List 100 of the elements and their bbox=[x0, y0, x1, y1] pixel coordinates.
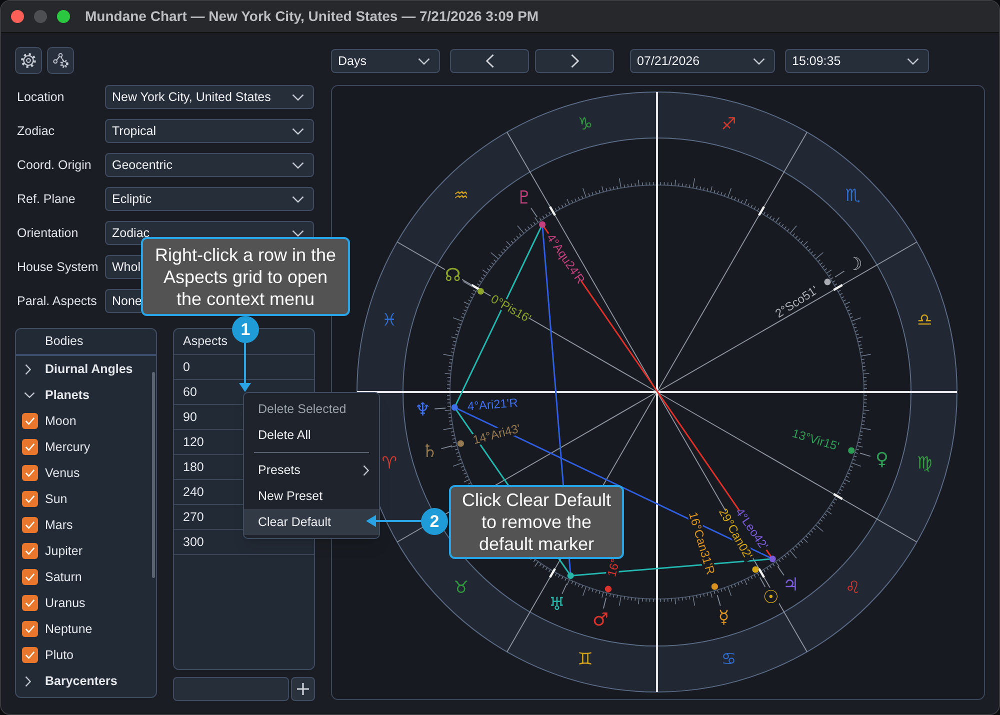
instruction-callout: Click Clear Default to remove the default marker bbox=[449, 485, 624, 559]
field-label: Coord. Origin bbox=[16, 156, 92, 174]
position-label: 16° bbox=[604, 557, 623, 578]
checkbox[interactable] bbox=[22, 543, 38, 559]
zodiac-sign-symbol: ♍ bbox=[916, 454, 932, 474]
menu-item[interactable]: New Preset bbox=[244, 483, 379, 509]
tree-item[interactable]: Mercury bbox=[16, 434, 150, 460]
zoom-button[interactable] bbox=[57, 10, 70, 23]
checkmark-icon bbox=[25, 625, 35, 633]
aspect-row[interactable]: 300 bbox=[174, 530, 237, 554]
chevron-down-icon bbox=[753, 58, 765, 64]
aspect-input-field[interactable] bbox=[173, 677, 289, 701]
field-label: Zodiac bbox=[16, 122, 56, 140]
tree-item[interactable]: Mars bbox=[16, 512, 150, 538]
dropdown[interactable]: New York City, United States bbox=[105, 85, 314, 109]
position-label: 14°Ari43' bbox=[471, 421, 522, 448]
chevron-down-icon bbox=[907, 58, 919, 64]
tree-item[interactable]: Saturn bbox=[16, 564, 150, 590]
chart-settings-button[interactable] bbox=[47, 47, 74, 74]
checkbox[interactable] bbox=[22, 413, 38, 429]
chevron-down-icon bbox=[292, 196, 304, 202]
aspect-row[interactable]: 120 bbox=[174, 430, 237, 454]
dropdown[interactable]: Tropical bbox=[105, 119, 314, 143]
checkmark-icon bbox=[25, 573, 35, 581]
aspect-row[interactable]: 270 bbox=[174, 505, 237, 529]
pointer-arrow bbox=[366, 514, 422, 528]
planet-symbol: ♅ bbox=[548, 594, 565, 616]
tree-item[interactable]: Neptune bbox=[16, 616, 150, 642]
checkmark-icon bbox=[25, 651, 35, 659]
chevron-down-icon bbox=[292, 230, 304, 236]
checkbox[interactable] bbox=[22, 621, 38, 637]
tree-item[interactable]: Venus bbox=[16, 460, 150, 486]
checkbox[interactable] bbox=[22, 595, 38, 611]
checkbox[interactable] bbox=[22, 465, 38, 481]
scrollbar-thumb[interactable] bbox=[152, 372, 155, 578]
planet-symbol: ♄ bbox=[422, 441, 438, 462]
add-button[interactable] bbox=[291, 677, 315, 701]
zodiac-sign-symbol: ♒ bbox=[453, 186, 469, 206]
step-number: 1 bbox=[232, 316, 259, 343]
settings-button[interactable] bbox=[15, 47, 42, 74]
aspect-row[interactable]: 90 bbox=[174, 405, 237, 429]
chevron-left-icon bbox=[486, 54, 494, 68]
zodiac-sign-symbol: ♑ bbox=[578, 114, 593, 134]
instruction-callout: Right-click a row in the Aspects grid to open the context menu bbox=[141, 237, 350, 316]
aspect-row[interactable]: 180 bbox=[174, 455, 237, 479]
zodiac-sign-symbol: ♎ bbox=[916, 310, 932, 330]
planet-symbol: ☉ bbox=[762, 587, 780, 608]
tree-item[interactable]: Sun bbox=[16, 486, 150, 512]
chevron-down-icon bbox=[418, 58, 430, 64]
tree-group-item[interactable]: Diurnal Angles bbox=[16, 356, 150, 382]
column-header: Bodies bbox=[16, 329, 156, 356]
field-label: House System bbox=[16, 258, 100, 276]
checkmark-icon bbox=[25, 521, 35, 529]
menu-item[interactable]: Clear Default bbox=[244, 509, 379, 535]
planet-symbol: ☿ bbox=[718, 606, 730, 628]
menu-item[interactable]: Presets bbox=[244, 457, 379, 483]
window-title: Mundane Chart — New York City, United States — 7/21/2026 3:09 PM bbox=[85, 7, 539, 26]
checkbox[interactable] bbox=[22, 569, 38, 585]
close-button[interactable] bbox=[11, 10, 24, 23]
tree-group-item[interactable]: Planets bbox=[16, 382, 150, 408]
dropdown[interactable]: None bbox=[105, 289, 141, 313]
chevron-down-icon bbox=[292, 94, 304, 100]
tree-group-item[interactable]: Barycenters bbox=[16, 668, 150, 694]
zodiac-sign-symbol: ♓ bbox=[382, 310, 398, 330]
checkmark-icon bbox=[25, 495, 35, 503]
checkmark-icon bbox=[25, 417, 35, 425]
dropdown[interactable]: Whol bbox=[105, 255, 141, 279]
dropdown[interactable]: 15:09:35 bbox=[785, 49, 929, 73]
aspect-row[interactable]: 0 bbox=[174, 355, 314, 379]
checkmark-icon bbox=[25, 599, 35, 607]
checkbox[interactable] bbox=[22, 517, 38, 533]
tree-item[interactable]: Uranus bbox=[16, 590, 150, 616]
tree-item[interactable]: Jupiter bbox=[16, 538, 150, 564]
checkmark-icon bbox=[25, 547, 35, 555]
aspect-row[interactable]: 240 bbox=[174, 480, 237, 504]
checkmark-icon bbox=[25, 469, 35, 477]
tree-item[interactable]: Pluto bbox=[16, 642, 150, 668]
aspect-row[interactable]: 60 bbox=[174, 380, 237, 404]
chevron-down-icon bbox=[292, 162, 304, 168]
dropdown[interactable]: Days bbox=[331, 49, 440, 73]
chevron-right-icon bbox=[570, 54, 578, 68]
checkmark-icon bbox=[25, 443, 35, 451]
menu-item[interactable]: Delete All bbox=[244, 422, 379, 448]
tree-item[interactable]: Moon bbox=[16, 408, 150, 434]
checkbox[interactable] bbox=[22, 439, 38, 455]
dropdown[interactable]: 07/21/2026 bbox=[630, 49, 775, 73]
planet-symbol: ♇ bbox=[516, 188, 532, 209]
nodes-gear-icon bbox=[52, 53, 68, 68]
checkbox[interactable] bbox=[22, 647, 38, 663]
position-label: 4°Ari21'R bbox=[466, 396, 518, 414]
planet-symbol: ☊ bbox=[444, 265, 461, 286]
settings-icon bbox=[21, 53, 36, 68]
plus-icon bbox=[297, 683, 309, 695]
dropdown[interactable]: Ecliptic bbox=[105, 187, 314, 211]
pointer-arrow bbox=[238, 342, 252, 392]
zodiac-sign-symbol: ♈ bbox=[382, 454, 398, 474]
checkbox[interactable] bbox=[22, 491, 38, 507]
field-label: Location bbox=[16, 88, 66, 106]
zodiac-sign-symbol: ♌ bbox=[845, 578, 861, 598]
dropdown[interactable]: Geocentric bbox=[105, 153, 314, 177]
